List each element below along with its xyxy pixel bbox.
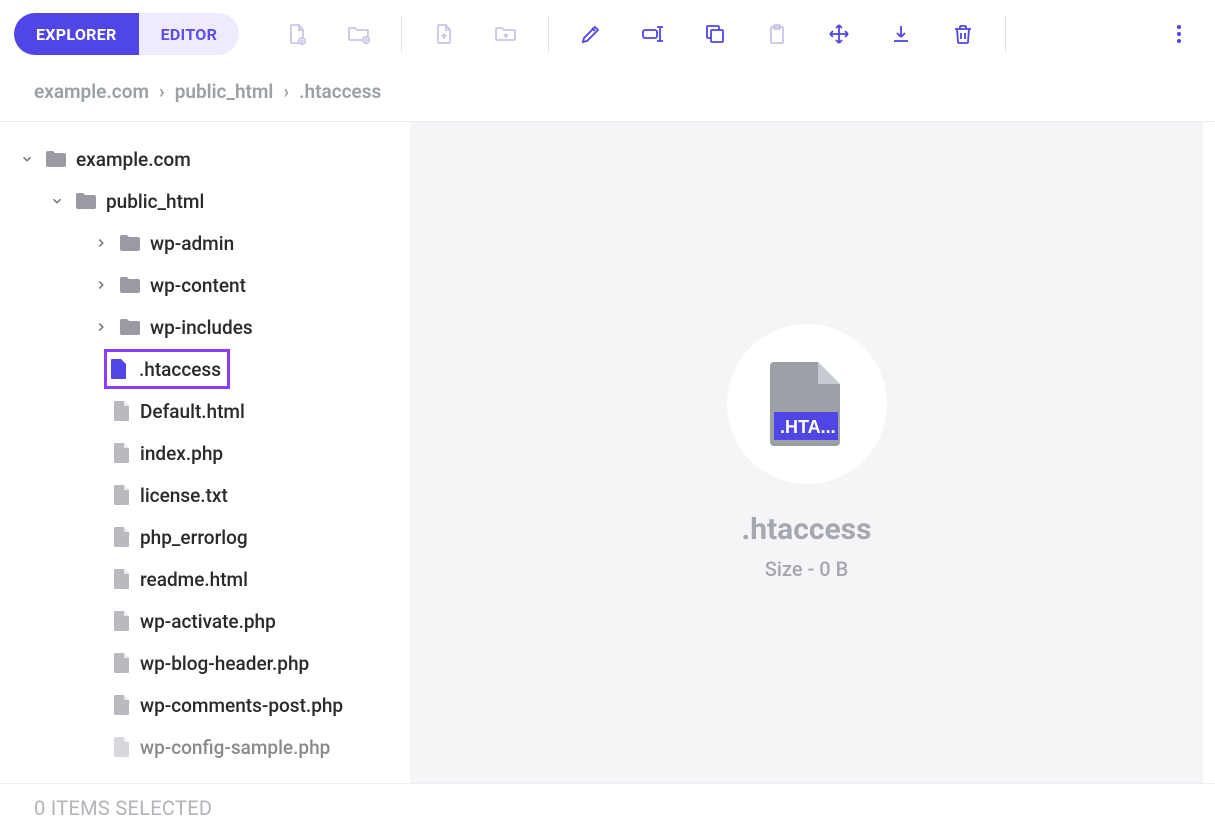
file-badge-text: .HTA... (780, 417, 836, 437)
tree-label: wp-activate.php (140, 610, 276, 633)
breadcrumb-item[interactable]: public_html (175, 80, 274, 103)
tree-file[interactable]: wp-activate.php (14, 600, 398, 642)
selection-count: 0 ITEMS SELECTED (34, 796, 212, 820)
copy-button[interactable] (687, 14, 743, 54)
tree-file[interactable]: wp-config-sample.php (14, 726, 398, 768)
toolbar-separator (548, 16, 549, 52)
tree-label: wp-blog-header.php (140, 652, 309, 675)
chevron-down-icon (18, 152, 36, 166)
tree-file[interactable]: index.php (14, 432, 398, 474)
tree-label: wp-config-sample.php (140, 736, 330, 759)
tree-label: wp-content (150, 274, 246, 297)
edit-button[interactable] (563, 14, 619, 54)
file-icon (112, 526, 132, 548)
tree-file[interactable]: license.txt (14, 474, 398, 516)
tree-file[interactable]: wp-comments-post.php (14, 684, 398, 726)
tab-editor[interactable]: EDITOR (139, 13, 240, 55)
tree-folder[interactable]: wp-content (14, 264, 398, 306)
tree-folder[interactable]: wp-admin (14, 222, 398, 264)
preview-pane: .HTA... .htaccess Size - 0 B (410, 122, 1203, 783)
folder-icon (44, 149, 68, 169)
selection-highlight: .htaccess (104, 349, 230, 389)
tree-label: wp-admin (150, 232, 234, 255)
toolbar: EXPLORER EDITOR (0, 0, 1215, 68)
tree-label: index.php (140, 442, 223, 465)
file-badge-icon: .HTA... (768, 360, 846, 448)
file-icon (112, 652, 132, 674)
breadcrumb: example.com › public_html › .htaccess (0, 68, 1215, 121)
tree-label: php_errorlog (140, 526, 248, 549)
file-icon (112, 442, 132, 464)
tree-label: public_html (106, 190, 204, 213)
breadcrumb-item[interactable]: .htaccess (299, 80, 381, 103)
file-icon (109, 358, 129, 380)
preview-size: Size - 0 B (765, 557, 849, 581)
file-icon (112, 736, 132, 758)
file-icon (112, 610, 132, 632)
file-icon (112, 694, 132, 716)
status-bar: 0 ITEMS SELECTED (0, 783, 1215, 831)
preview-filename: .htaccess (742, 512, 872, 547)
tree-label: Default.html (140, 400, 245, 423)
chevron-right-icon: › (159, 80, 165, 103)
chevron-right-icon (92, 278, 110, 292)
tree-label: example.com (76, 148, 191, 171)
rename-button[interactable] (625, 14, 681, 54)
folder-icon (74, 191, 98, 211)
file-icon (112, 400, 132, 422)
tree-label: wp-comments-post.php (140, 694, 343, 717)
tree-file[interactable]: Default.html (14, 390, 398, 432)
file-icon (112, 484, 132, 506)
toolbar-separator (401, 16, 402, 52)
tree-label: wp-includes (150, 316, 253, 339)
folder-up-button[interactable] (478, 14, 534, 54)
download-button[interactable] (873, 14, 929, 54)
paste-button[interactable] (749, 14, 805, 54)
tree-label: .htaccess (139, 358, 221, 381)
breadcrumb-item[interactable]: example.com (34, 80, 149, 103)
view-tabs: EXPLORER EDITOR (14, 13, 239, 55)
folder-icon (118, 317, 142, 337)
file-up-button[interactable] (416, 14, 472, 54)
tree-file-selected[interactable]: .htaccess (14, 348, 398, 390)
more-menu-button[interactable] (1157, 14, 1201, 54)
tree-folder[interactable]: wp-includes (14, 306, 398, 348)
file-tree: example.com public_html wp (0, 122, 410, 783)
tree-file[interactable]: php_errorlog (14, 516, 398, 558)
chevron-right-icon (92, 236, 110, 250)
tree-file[interactable]: readme.html (14, 558, 398, 600)
chevron-right-icon: › (283, 80, 289, 103)
preview-thumbnail: .HTA... (727, 324, 887, 484)
tree-file[interactable]: wp-blog-header.php (14, 642, 398, 684)
new-folder-button[interactable] (331, 14, 387, 54)
folder-icon (118, 233, 142, 253)
toolbar-separator (1005, 16, 1006, 52)
move-button[interactable] (811, 14, 867, 54)
chevron-down-icon (48, 194, 66, 208)
main-area: example.com public_html wp (0, 121, 1215, 783)
chevron-right-icon (92, 320, 110, 334)
tree-folder[interactable]: public_html (14, 180, 398, 222)
new-file-button[interactable] (269, 14, 325, 54)
tree-label: readme.html (140, 568, 248, 591)
tree-folder-root[interactable]: example.com (14, 138, 398, 180)
tree-label: license.txt (140, 484, 228, 507)
delete-button[interactable] (935, 14, 991, 54)
file-icon (112, 568, 132, 590)
folder-icon (118, 275, 142, 295)
tab-explorer[interactable]: EXPLORER (14, 13, 139, 55)
